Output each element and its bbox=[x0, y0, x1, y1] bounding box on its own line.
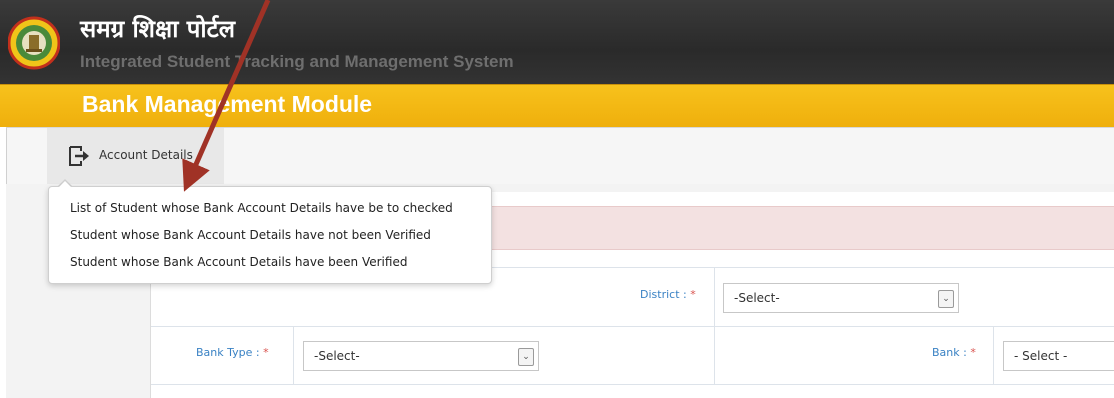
bank-type-label: Bank Type : * bbox=[196, 346, 269, 359]
export-icon bbox=[69, 146, 89, 166]
state-emblem-logo bbox=[8, 16, 60, 70]
popover-caret-fill bbox=[59, 181, 71, 187]
bank-select[interactable]: - Select - bbox=[1003, 341, 1114, 371]
chevron-down-icon: ⌄ bbox=[518, 348, 534, 366]
menu-item-account-details[interactable]: Account Details bbox=[47, 128, 224, 184]
dropdown-item-to-be-checked[interactable]: List of Student whose Bank Account Detai… bbox=[70, 201, 453, 215]
portal-title: समग्र शिक्षा पोर्टल bbox=[80, 15, 235, 43]
bank-label: Bank : * bbox=[932, 346, 976, 359]
module-title: Bank Management Module bbox=[82, 91, 373, 117]
chevron-down-icon: ⌄ bbox=[938, 290, 954, 308]
dropdown-item-not-verified[interactable]: Student whose Bank Account Details have … bbox=[70, 228, 431, 242]
bank-type-select[interactable]: -Select- ⌄ bbox=[303, 341, 539, 371]
account-details-dropdown: List of Student whose Bank Account Detai… bbox=[48, 186, 492, 284]
menu-item-label: Account Details bbox=[99, 148, 193, 162]
menu-bar: Account Details bbox=[6, 127, 1114, 185]
portal-subtitle: Integrated Student Tracking and Manageme… bbox=[80, 52, 514, 71]
module-title-bar: Bank Management Module bbox=[0, 84, 1114, 127]
dropdown-item-verified[interactable]: Student whose Bank Account Details have … bbox=[70, 255, 407, 269]
portal-header: समग्र शिक्षा पोर्टल Integrated Student T… bbox=[0, 0, 1114, 84]
district-select[interactable]: -Select- ⌄ bbox=[723, 283, 959, 313]
form-row-bank: Bank Type : * -Select- ⌄ Bank : * - Sele… bbox=[151, 326, 1114, 385]
district-label: District : * bbox=[640, 288, 696, 301]
